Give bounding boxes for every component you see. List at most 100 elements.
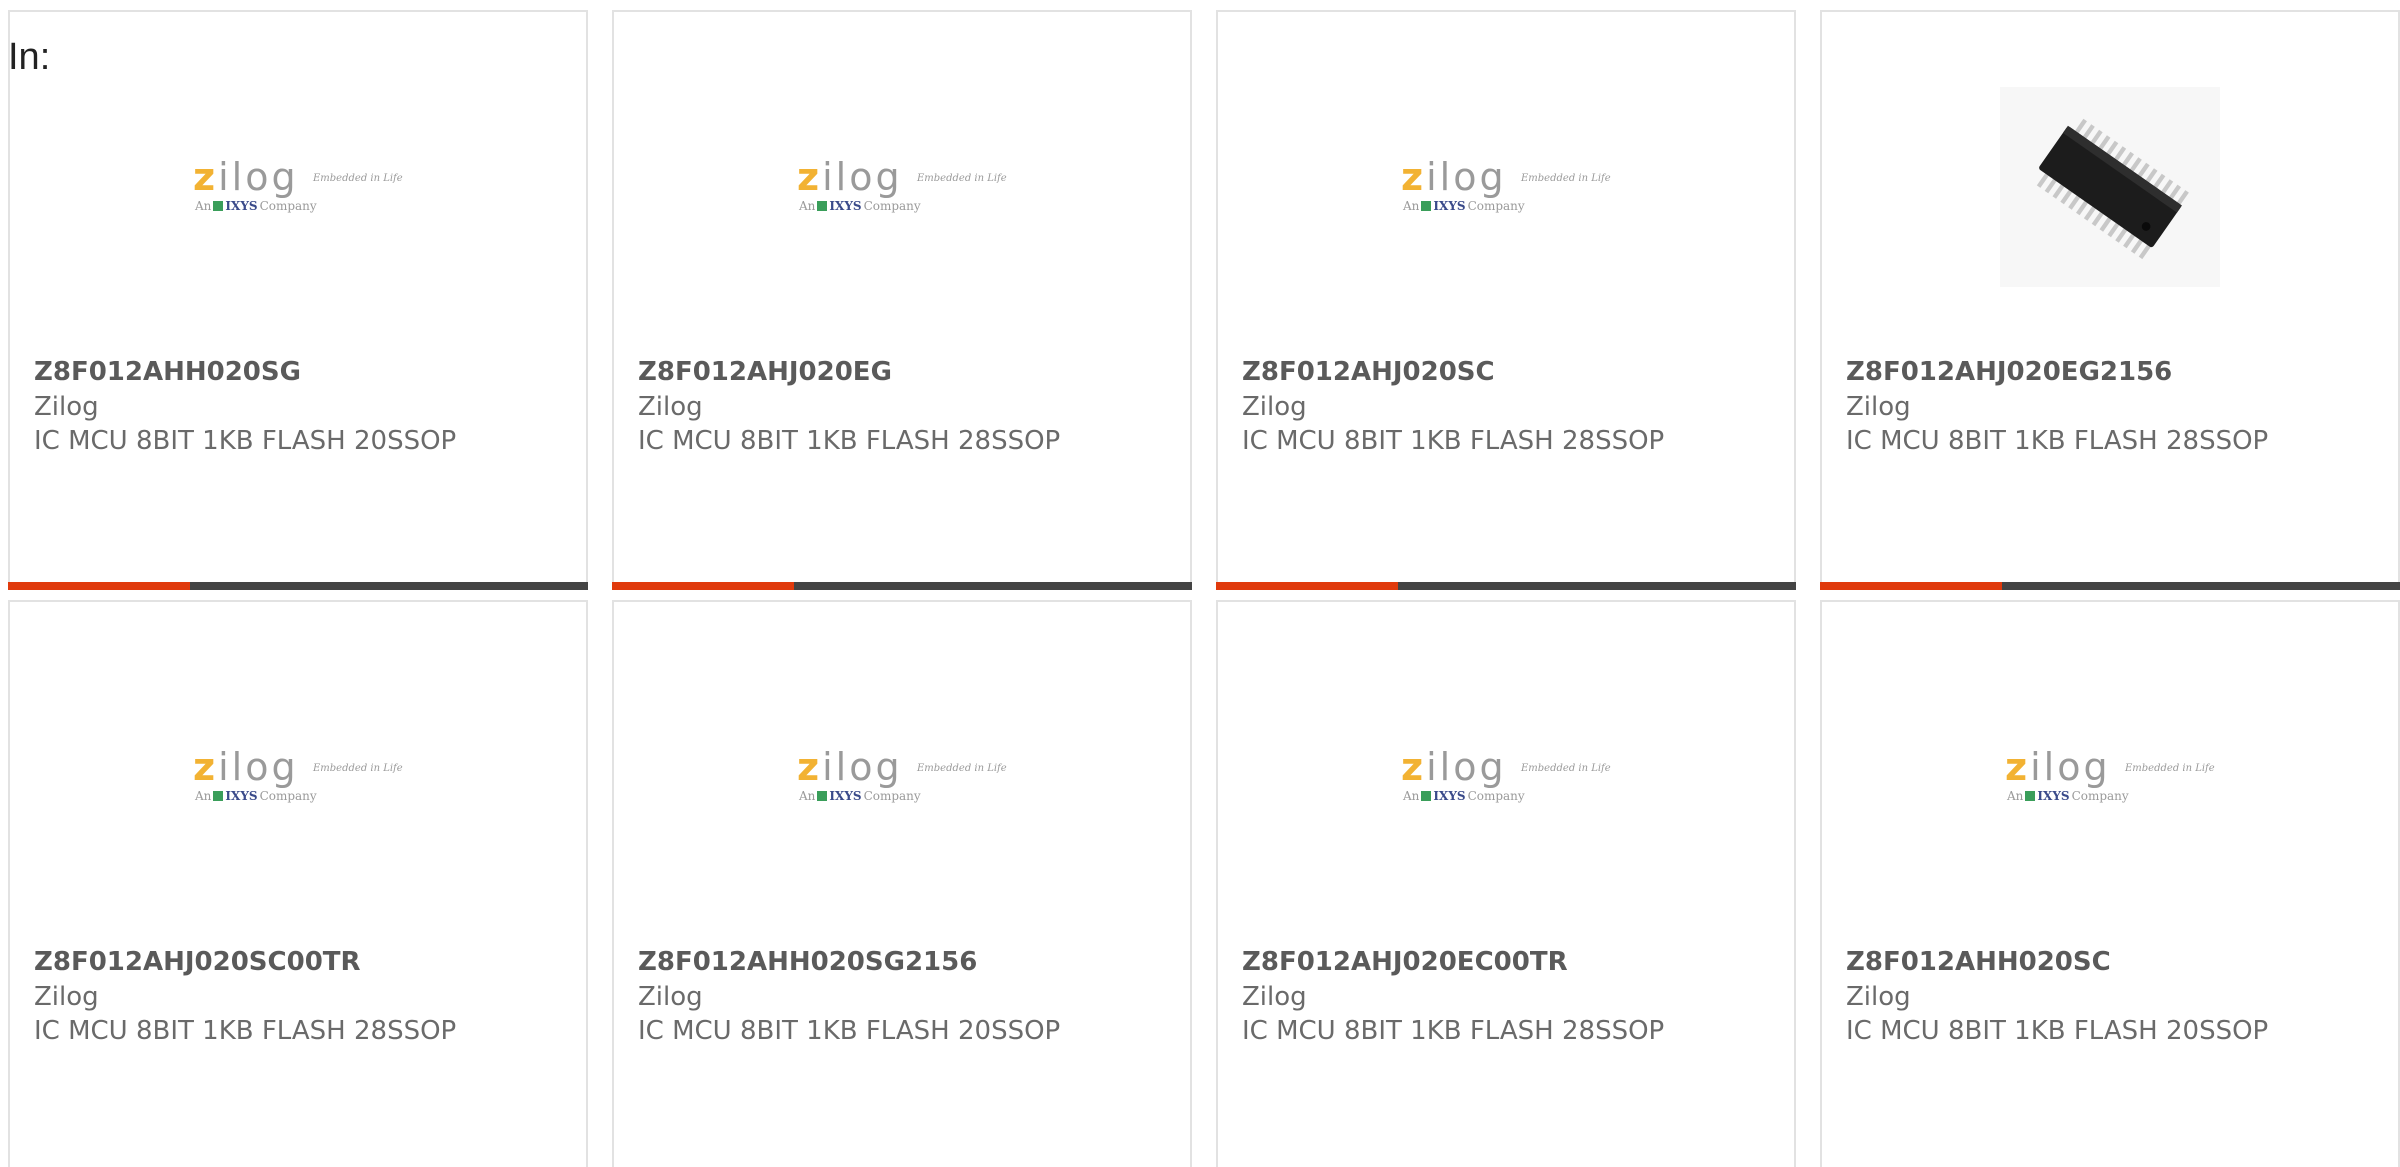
logo-ixys: IXYS [225,789,258,803]
manufacturer: Zilog [1846,982,1911,1012]
zilog-logo: zilog Embedded in Life An IXYS Company [1401,747,1611,807]
part-number[interactable]: Z8F012AHJ020EG2156 [1846,354,2388,390]
logo-rest: ilog [2030,745,2111,789]
logo-subline: An IXYS Company [799,199,921,213]
product-card[interactable]: zilog Embedded in Life An IXYS Company Z… [8,10,588,590]
logo-rest: ilog [1426,745,1507,789]
part-number[interactable]: Z8F012AHJ020EC00TR [1242,944,1784,980]
manufacturer: Zilog [638,982,703,1012]
product-description: IC MCU 8BIT 1KB FLASH 28SSOP [638,426,1061,456]
part-number[interactable]: Z8F012AHJ020SC00TR [34,944,576,980]
manufacturer: Zilog [638,392,703,422]
zilog-logo: zilog Embedded in Life An IXYS Company [2005,747,2215,807]
part-number[interactable]: Z8F012AHH020SG2156 [638,944,1180,980]
logo-z: z [193,745,219,789]
logo-z: z [2005,745,2031,789]
logo-tagline: Embedded in Life [2125,763,2215,774]
logo-tagline: Embedded in Life [917,173,1007,184]
logo-ixys: IXYS [829,199,862,213]
product-description: IC MCU 8BIT 1KB FLASH 28SSOP [34,1016,457,1046]
part-number[interactable]: Z8F012AHJ020EG [638,354,1180,390]
product-description: IC MCU 8BIT 1KB FLASH 20SSOP [34,426,457,456]
card-bottom-bar [612,582,1192,590]
manufacturer: Zilog [34,982,99,1012]
zilog-logo: zilog Embedded in Life An IXYS Company [797,747,1007,807]
card-bottom-bar [1216,582,1796,590]
product-image: zilog Embedded in Life An IXYS Company [614,662,1190,892]
logo-ixys: IXYS [225,199,258,213]
logo-z: z [797,745,823,789]
logo-rest: ilog [218,745,299,789]
logo-ixys: IXYS [1433,789,1466,803]
logo-company: Company [259,789,317,803]
logo-tagline: Embedded in Life [313,763,403,774]
product-info: Z8F012AHH020SC Zilog IC MCU 8BIT 1KB FLA… [1846,944,2388,1048]
logo-z: z [193,155,219,199]
logo-company: Company [863,199,921,213]
logo-prefix: An [1403,199,1420,213]
logo-prefix: An [2007,789,2024,803]
product-image: zilog Embedded in Life An IXYS Company [614,72,1190,302]
logo-company: Company [2071,789,2129,803]
product-image [1822,72,2398,302]
zilog-logo: zilog Embedded in Life An IXYS Company [193,157,403,217]
product-description: IC MCU 8BIT 1KB FLASH 28SSOP [1846,426,2269,456]
logo-tagline: Embedded in Life [917,763,1007,774]
logo-prefix: An [799,789,816,803]
product-info: Z8F012AHJ020EG Zilog IC MCU 8BIT 1KB FLA… [638,354,1180,458]
part-number[interactable]: Z8F012AHJ020SC [1242,354,1784,390]
manufacturer: Zilog [1846,392,1911,422]
product-description: IC MCU 8BIT 1KB FLASH 20SSOP [1846,1016,2269,1046]
card-bottom-bar [8,582,588,590]
logo-z: z [797,155,823,199]
logo-z: z [1401,155,1427,199]
product-grid: zilog Embedded in Life An IXYS Company Z… [8,10,2400,1167]
ixys-square-icon [213,791,224,801]
zilog-logo: zilog Embedded in Life An IXYS Company [797,157,1007,217]
logo-subline: An IXYS Company [799,789,921,803]
logo-tagline: Embedded in Life [1521,173,1611,184]
logo-ixys: IXYS [829,789,862,803]
logo-ixys: IXYS [1433,199,1466,213]
product-info: Z8F012AHJ020EC00TR Zilog IC MCU 8BIT 1KB… [1242,944,1784,1048]
product-info: Z8F012AHH020SG Zilog IC MCU 8BIT 1KB FLA… [34,354,576,458]
logo-subline: An IXYS Company [2007,789,2129,803]
logo-prefix: An [195,199,212,213]
zilog-logo: zilog Embedded in Life An IXYS Company [193,747,403,807]
ic-chip-icon [2000,87,2220,287]
logo-company: Company [1467,789,1525,803]
product-image: zilog Embedded in Life An IXYS Company [1218,72,1794,302]
part-number[interactable]: Z8F012AHH020SG [34,354,576,390]
filter-label: In: [8,36,51,78]
product-description: IC MCU 8BIT 1KB FLASH 28SSOP [1242,426,1665,456]
logo-subline: An IXYS Company [195,789,317,803]
ixys-square-icon [213,201,224,211]
logo-subline: An IXYS Company [1403,199,1525,213]
product-image: zilog Embedded in Life An IXYS Company [10,662,586,892]
logo-rest: ilog [822,155,903,199]
product-image: zilog Embedded in Life An IXYS Company [10,72,586,302]
product-card[interactable]: zilog Embedded in Life An IXYS Company Z… [1216,600,1796,1167]
logo-tagline: Embedded in Life [313,173,403,184]
product-image: zilog Embedded in Life An IXYS Company [1218,662,1794,892]
part-number[interactable]: Z8F012AHH020SC [1846,944,2388,980]
ixys-square-icon [817,791,828,801]
product-card[interactable]: Z8F012AHJ020EG2156 Zilog IC MCU 8BIT 1KB… [1820,10,2400,590]
logo-company: Company [1467,199,1525,213]
product-image: zilog Embedded in Life An IXYS Company [1822,662,2398,892]
ixys-square-icon [2025,791,2036,801]
product-description: IC MCU 8BIT 1KB FLASH 28SSOP [1242,1016,1665,1046]
logo-prefix: An [1403,789,1420,803]
product-card[interactable]: zilog Embedded in Life An IXYS Company Z… [612,10,1192,590]
product-card[interactable]: zilog Embedded in Life An IXYS Company Z… [1820,600,2400,1167]
manufacturer: Zilog [1242,982,1307,1012]
logo-company: Company [259,199,317,213]
product-card[interactable]: zilog Embedded in Life An IXYS Company Z… [8,600,588,1167]
logo-ixys: IXYS [2037,789,2070,803]
logo-rest: ilog [1426,155,1507,199]
product-card[interactable]: zilog Embedded in Life An IXYS Company Z… [612,600,1192,1167]
product-info: Z8F012AHJ020SC Zilog IC MCU 8BIT 1KB FLA… [1242,354,1784,458]
product-card[interactable]: zilog Embedded in Life An IXYS Company Z… [1216,10,1796,590]
product-description: IC MCU 8BIT 1KB FLASH 20SSOP [638,1016,1061,1046]
logo-z: z [1401,745,1427,789]
